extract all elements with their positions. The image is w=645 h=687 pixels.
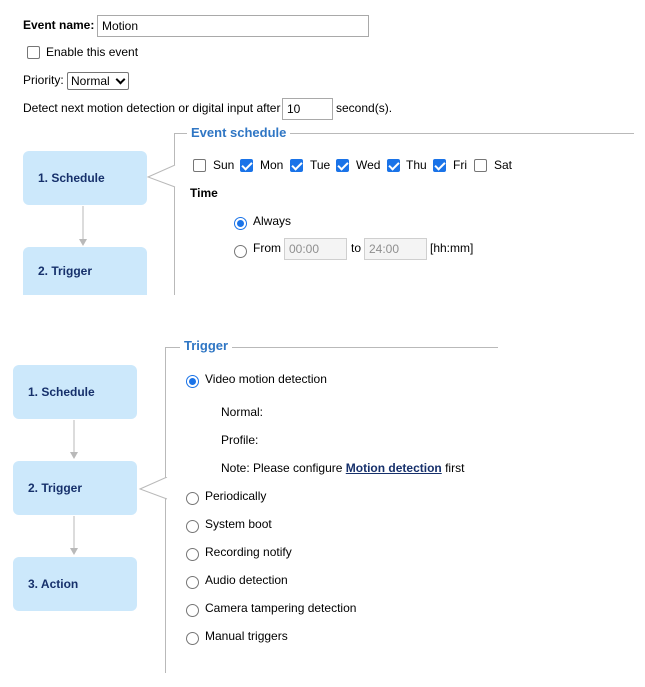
day-sat-checkbox[interactable] <box>474 159 487 172</box>
trigger-video-motion-label: Video motion detection <box>205 372 327 386</box>
time-to-label: to <box>351 241 362 255</box>
arrow-down-icon <box>70 420 78 459</box>
motion-note: Note: Please configure Motion detection … <box>221 461 464 475</box>
enable-event-checkbox[interactable] <box>27 46 40 59</box>
event-name-input[interactable] <box>97 15 369 37</box>
trigger-camera-tampering-radio[interactable] <box>186 604 199 617</box>
normal-label: Normal: <box>221 405 264 419</box>
time-from-input[interactable] <box>284 238 347 260</box>
day-wed-checkbox[interactable] <box>336 159 349 172</box>
trigger-audio-detection-radio[interactable] <box>186 576 199 589</box>
step-trigger-2[interactable]: 2. Trigger <box>13 461 137 515</box>
priority-selected-value: Normal <box>71 74 110 88</box>
arrow-down-icon <box>79 206 87 246</box>
day-thu-checkbox[interactable] <box>387 159 400 172</box>
day-sun-checkbox[interactable] <box>193 159 206 172</box>
note-suffix: first <box>445 461 465 475</box>
day-wed-label: Wed <box>356 158 381 172</box>
note-prefix: Note: Please configure <box>221 461 343 475</box>
priority-select[interactable]: Normal <box>67 72 129 90</box>
step-pointer-icon <box>138 477 168 500</box>
trigger-manual-label: Manual triggers <box>205 629 288 643</box>
detect-next-seconds-input[interactable] <box>282 98 333 120</box>
profile-label: Profile: <box>221 433 259 447</box>
trigger-audio-detection-label: Audio detection <box>205 573 288 587</box>
day-sat-label: Sat <box>494 158 513 172</box>
time-label: Time <box>190 186 218 200</box>
day-fri-label: Fri <box>453 158 467 172</box>
event-name-label: Event name: <box>23 18 95 32</box>
trigger-video-motion-radio[interactable] <box>186 375 199 388</box>
step-trigger[interactable]: 2. Trigger <box>23 247 147 295</box>
trigger-fieldset-left-border <box>165 347 166 673</box>
trigger-legend: Trigger <box>180 339 233 353</box>
seconds-suffix: second(s). <box>336 101 393 115</box>
detect-next-label: Detect next motion detection or digital … <box>23 101 281 115</box>
time-to-input[interactable] <box>364 238 427 260</box>
trigger-system-boot-radio[interactable] <box>186 520 199 533</box>
time-always-radio[interactable] <box>234 217 247 230</box>
day-mon-checkbox[interactable] <box>240 159 253 172</box>
day-tue-label: Tue <box>310 158 331 172</box>
day-fri-checkbox[interactable] <box>433 159 446 172</box>
enable-event-label: Enable this event <box>46 45 139 59</box>
trigger-manual-radio[interactable] <box>186 632 199 645</box>
schedule-legend: Event schedule <box>187 126 291 140</box>
day-sun-label: Sun <box>213 158 235 172</box>
time-from-radio[interactable] <box>234 245 247 258</box>
time-from-label: From <box>253 241 281 255</box>
trigger-recording-notify-label: Recording notify <box>205 545 292 559</box>
trigger-camera-tampering-label: Camera tampering detection <box>205 601 357 615</box>
time-format-hint: [hh:mm] <box>430 241 474 255</box>
day-thu-label: Thu <box>406 158 427 172</box>
arrow-down-icon <box>70 516 78 555</box>
chevron-down-icon <box>115 74 126 85</box>
priority-label: Priority: <box>23 73 64 87</box>
time-always-label: Always <box>253 214 292 228</box>
trigger-recording-notify-radio[interactable] <box>186 548 199 561</box>
schedule-fieldset-left-border <box>174 133 175 295</box>
trigger-periodically-label: Periodically <box>205 489 267 503</box>
day-mon-label: Mon <box>260 158 284 172</box>
step-action[interactable]: 3. Action <box>13 557 137 611</box>
step-pointer-icon <box>146 165 176 188</box>
motion-detection-link[interactable]: Motion detection <box>346 461 442 475</box>
day-tue-checkbox[interactable] <box>290 159 303 172</box>
step-schedule[interactable]: 1. Schedule <box>23 151 147 205</box>
trigger-system-boot-label: System boot <box>205 517 272 531</box>
trigger-periodically-radio[interactable] <box>186 492 199 505</box>
step-schedule-2[interactable]: 1. Schedule <box>13 365 137 419</box>
